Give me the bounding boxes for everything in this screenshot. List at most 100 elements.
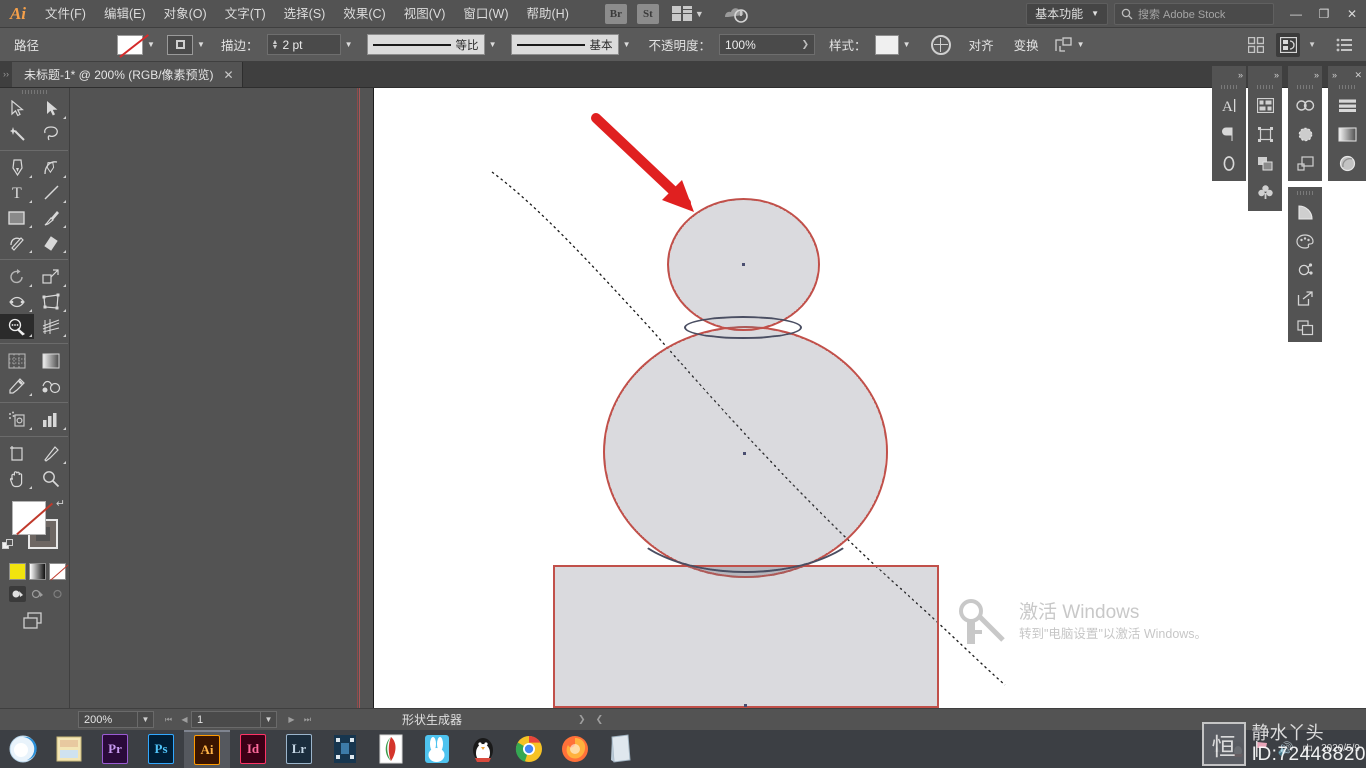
artboard-stack-panel-icon[interactable] [1288,313,1322,342]
menu-window[interactable]: 窗口(W) [454,0,517,28]
dock4-grip[interactable] [1328,82,1366,91]
symbols-panel-icon[interactable] [1248,178,1282,207]
shape-builder-tool[interactable] [0,314,34,339]
dock4-collapse-icon[interactable]: » [1332,70,1337,80]
menu-file[interactable]: 文件(F) [36,0,95,28]
creative-cloud-icon[interactable] [722,4,748,24]
stroke-weight-input[interactable]: ▲ ▼ 2 pt [266,34,341,55]
workspace-switcher[interactable]: 基本功能 ▼ [1026,2,1108,25]
taskbar-qq[interactable] [460,730,506,768]
status-next-icon[interactable]: ❯ [578,714,586,725]
blend-tool[interactable] [34,373,68,398]
document-tab[interactable]: 未标题-1* @ 200% (RGB/像素预览) ✕ [12,62,243,87]
menu-view[interactable]: 视图(V) [395,0,455,28]
dock1-grip[interactable] [1212,82,1246,91]
dock2-grip[interactable] [1248,82,1282,91]
taskbar-firefox[interactable] [552,730,598,768]
anchor-point-rect[interactable] [744,704,747,707]
last-page-icon[interactable]: ⏭ [301,712,314,728]
profile-chevron-down-icon[interactable]: ▼ [485,35,501,55]
paintbrush-tool[interactable] [34,205,68,230]
restore-button[interactable]: ❐ [1310,0,1338,28]
fill-color-swatch[interactable] [117,34,144,55]
current-tool-label[interactable]: 形状生成器 [402,711,462,728]
brush-chevron-down-icon[interactable]: ▼ [619,35,635,55]
opentype-panel-icon[interactable] [1212,149,1246,178]
taskbar-wps[interactable] [368,730,414,768]
transform-button[interactable]: 变换 [1014,35,1039,54]
draw-inside-icon[interactable] [49,586,66,602]
workspace-list-icon[interactable] [1332,33,1356,57]
hand-tool[interactable] [0,466,34,491]
arrange-panels-icon[interactable] [1244,33,1268,57]
artboards-panel-icon[interactable] [1248,91,1282,120]
artboard-chevron-down-icon[interactable]: ▼ [261,711,277,728]
artboard-number-input[interactable]: 1 [191,711,261,728]
stroke-chevron-down-icon[interactable]: ▼ [193,35,209,55]
properties-panel-icon[interactable] [1276,32,1301,57]
graphic-styles-panel-icon[interactable] [1288,256,1322,285]
isolate-selected-icon[interactable] [1054,36,1073,53]
arrange-documents-icon[interactable] [671,5,692,22]
taskbar-browser-360[interactable] [0,730,46,768]
character-panel-icon[interactable]: A [1212,91,1246,120]
taskbar-indesign[interactable]: Id [230,730,276,768]
symbol-sprayer-tool[interactable] [0,407,34,432]
dock4-close-icon[interactable]: ✕ [1354,70,1362,81]
anchor-point-head[interactable] [742,263,745,266]
curvature-tool[interactable] [34,155,68,180]
dock1-collapse-icon[interactable]: » [1212,68,1246,82]
shape-rectangle-base[interactable] [553,565,939,708]
swatches-panel-icon[interactable] [1288,227,1322,256]
taskbar-photoshop[interactable]: Ps [138,730,184,768]
graphic-style-swatch[interactable] [874,34,899,55]
menu-edit[interactable]: 编辑(E) [95,0,155,28]
opacity-input[interactable]: 100% ❯ [719,34,816,55]
slice-tool[interactable] [34,441,68,466]
paragraph-panel-icon[interactable] [1212,120,1246,149]
gradient-tool[interactable] [34,348,68,373]
menu-object[interactable]: 对象(O) [155,0,216,28]
fill-swatch-large[interactable] [12,501,46,535]
isolate-chevron-down-icon[interactable]: ▼ [1073,35,1089,55]
width-tool[interactable] [0,289,34,314]
color-guide-panel-icon[interactable] [1288,198,1322,227]
shape-ellipse-overlap[interactable] [684,316,802,339]
next-page-icon[interactable]: ▶ [285,712,298,728]
menu-effect[interactable]: 效果(C) [334,0,394,28]
direct-selection-tool[interactable] [34,96,68,121]
taskbar-rabbit-app[interactable] [414,730,460,768]
dock5-grip[interactable] [1288,189,1322,198]
appearance-panel-icon[interactable] [1330,149,1364,178]
layers-thumb-panel-icon[interactable] [1288,149,1322,178]
color-mode-gradient[interactable] [29,563,46,580]
opacity-expand-icon[interactable]: ❯ [802,39,810,50]
pen-tool[interactable] [0,155,34,180]
bridge-button[interactable]: Br [604,3,627,24]
stroke-color-swatch[interactable] [167,34,194,55]
tools-panel-grip[interactable] [0,88,69,96]
taskbar-premiere[interactable]: Pr [92,730,138,768]
libraries-panel-icon[interactable] [1288,91,1322,120]
stroke-weight-stepper[interactable]: ▲ ▼ [272,39,279,51]
menu-type[interactable]: 文字(T) [216,0,275,28]
shape-arc-overlap[interactable] [623,453,868,573]
zoom-level-input[interactable]: 200% [78,711,138,728]
brushes-panel-icon[interactable] [1288,120,1322,149]
dock2-collapse-icon[interactable]: » [1248,68,1282,82]
brush-definition-select[interactable]: 基本 [510,34,619,55]
taskbar-file-explorer[interactable] [46,730,92,768]
zoom-tool[interactable] [34,466,68,491]
screen-mode-icon[interactable] [22,612,48,633]
taskbar-notes[interactable] [598,730,644,768]
align-button[interactable]: 对齐 [969,35,994,54]
draw-behind-icon[interactable] [29,586,46,602]
style-chevron-down-icon[interactable]: ▼ [899,35,915,55]
shaper-tool[interactable] [0,230,34,255]
zoom-chevron-down-icon[interactable]: ▼ [138,711,154,728]
stroke-profile-select[interactable]: 等比 [366,34,485,55]
arrange-chevron-down-icon[interactable]: ▼ [695,9,704,19]
prev-page-icon[interactable]: ◀ [178,712,191,728]
pathfinder-panel-icon[interactable] [1248,149,1282,178]
rotate-tool[interactable] [0,264,34,289]
